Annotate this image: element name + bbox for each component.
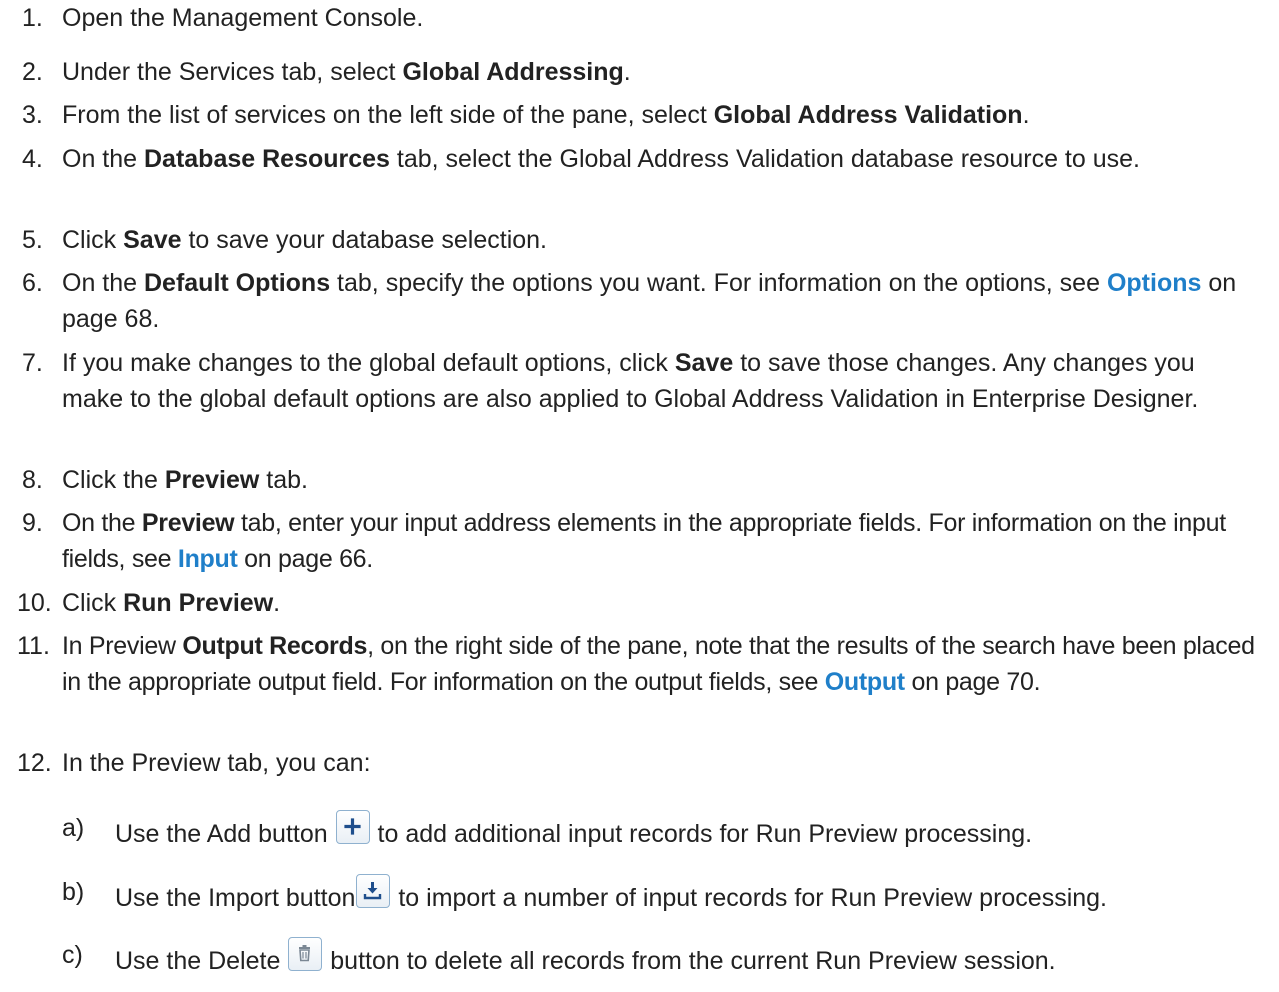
options-link[interactable]: Options bbox=[1107, 269, 1201, 297]
step-number: 12. bbox=[17, 749, 52, 777]
step-text: Click the Preview tab. bbox=[62, 466, 308, 494]
ui-term: Database Resources bbox=[144, 145, 390, 173]
step-text: Under the Services tab, select Global Ad… bbox=[62, 58, 631, 86]
step-number: 10. bbox=[17, 589, 52, 617]
step-text: In the Preview tab, you can: bbox=[62, 749, 371, 777]
step-number: 6. bbox=[22, 269, 43, 297]
ui-term: Save bbox=[123, 226, 182, 254]
step-text: Click Run Preview. bbox=[62, 589, 281, 617]
input-link[interactable]: Input bbox=[178, 545, 238, 573]
step-number: 2. bbox=[22, 58, 43, 86]
step-number: 7. bbox=[22, 349, 43, 377]
step-text: Open the Management Console. bbox=[62, 4, 424, 32]
step-text: On the Default Options tab, specify the … bbox=[62, 269, 1237, 333]
substep-letter: a) bbox=[62, 814, 85, 842]
step-text: On the Database Resources tab, select th… bbox=[62, 145, 1140, 173]
substep-text: Use the Delete button to delete all reco… bbox=[115, 937, 1056, 979]
add-icon[interactable] bbox=[335, 810, 370, 844]
step-number: 5. bbox=[22, 226, 43, 254]
ui-term: Preview bbox=[164, 466, 260, 494]
step-number: 8. bbox=[22, 466, 43, 494]
step-text: On the Preview tab, enter your input add… bbox=[62, 509, 1226, 573]
substep-text: Use the Import button to import a number… bbox=[115, 874, 1107, 916]
step-text: If you make changes to the global defaul… bbox=[62, 349, 1199, 413]
step-number: 1. bbox=[22, 4, 43, 32]
step-text: Click Save to save your database selecti… bbox=[62, 226, 548, 254]
substep-text: Use the Add button to add additional inp… bbox=[115, 810, 1032, 852]
step-text: In Preview Output Records, on the right … bbox=[62, 632, 1255, 696]
step-number: 3. bbox=[22, 101, 43, 129]
substep-letter: c) bbox=[62, 941, 83, 969]
ui-term: Run Preview bbox=[123, 589, 274, 617]
ui-term: Output Records bbox=[182, 632, 368, 660]
step-number: 9. bbox=[22, 509, 43, 537]
ui-term: Default Options bbox=[144, 269, 331, 297]
ui-term: Global Address Validation bbox=[713, 101, 1023, 129]
ui-term: Global Addressing bbox=[402, 58, 624, 86]
step-number: 4. bbox=[22, 145, 43, 173]
output-link[interactable]: Output bbox=[825, 668, 905, 696]
import-icon[interactable] bbox=[356, 874, 391, 908]
ui-term: Save bbox=[674, 349, 734, 377]
step-text: From the list of services on the left si… bbox=[62, 101, 1030, 129]
step-number: 11. bbox=[17, 632, 50, 660]
substep-letter: b) bbox=[62, 878, 85, 906]
delete-icon[interactable] bbox=[288, 937, 323, 971]
ui-term: Preview bbox=[141, 509, 235, 537]
